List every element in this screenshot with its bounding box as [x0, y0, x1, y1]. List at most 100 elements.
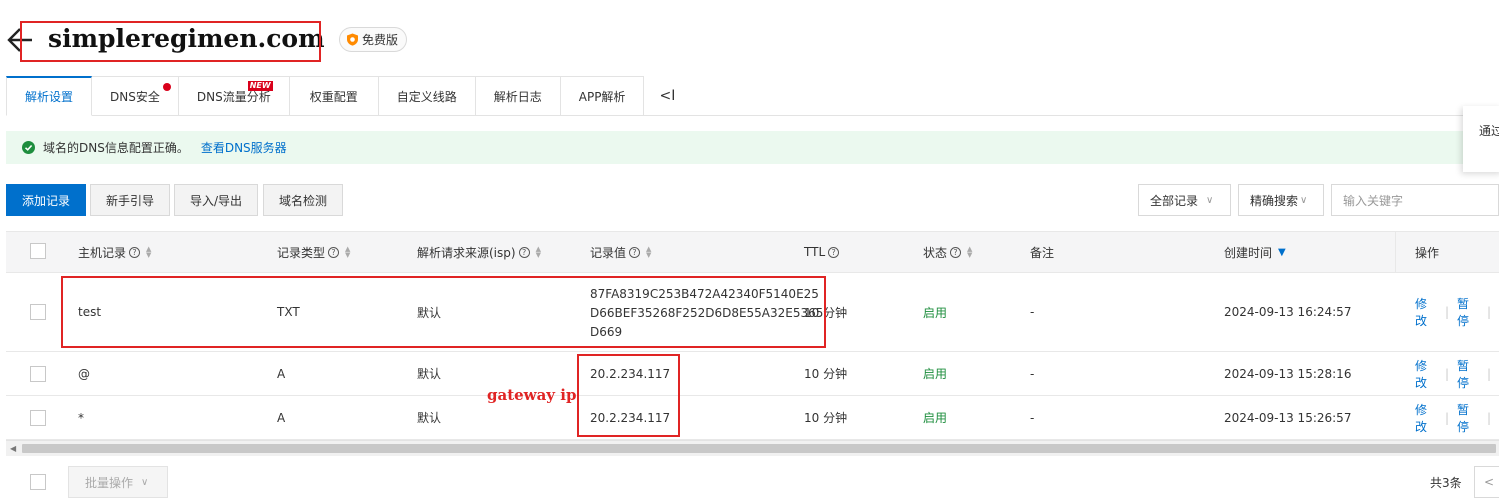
- sort-icon[interactable]: ▲ ▼: [967, 246, 972, 259]
- scrollbar-thumb[interactable]: [22, 444, 1496, 453]
- row-checkbox[interactable]: [30, 366, 46, 382]
- help-icon[interactable]: ?: [629, 246, 641, 258]
- footer-select-all-checkbox[interactable]: [30, 474, 46, 490]
- pause-link[interactable]: 暂停: [1457, 401, 1479, 435]
- domain-check-button[interactable]: 域名检测: [263, 184, 343, 216]
- search-mode-select[interactable]: 精确搜索 ∨: [1238, 184, 1324, 216]
- batch-actions-select[interactable]: 批量操作 ∨: [68, 466, 168, 498]
- column-label: 记录值: [590, 245, 627, 260]
- tab-label: 解析日志: [493, 89, 542, 104]
- sort-icon[interactable]: ▲ ▼: [146, 246, 151, 259]
- pause-link[interactable]: 暂停: [1457, 295, 1479, 329]
- import-export-button[interactable]: 导入/导出: [174, 184, 258, 216]
- table-row: @ A 默认 20.2.234.117 10 分钟 启用 - 2024-09-1…: [6, 352, 1499, 396]
- horizontal-scrollbar[interactable]: ◀: [6, 440, 1499, 456]
- prev-page-button[interactable]: <: [1474, 466, 1499, 498]
- help-icon[interactable]: ?: [828, 246, 840, 258]
- new-flag: NEW: [247, 81, 273, 91]
- tab-divider: [640, 115, 1499, 116]
- host-cell: @: [78, 366, 90, 381]
- column-label: 主机记录: [78, 245, 127, 260]
- column-note: 备注: [1030, 232, 1054, 272]
- divider: |: [1444, 366, 1449, 381]
- record-filter-select[interactable]: 全部记录 ∨: [1138, 184, 1231, 216]
- sort-icon[interactable]: ▲ ▼: [536, 246, 541, 259]
- edition-badge[interactable]: 免费版: [339, 27, 408, 52]
- tab-label: DNS安全: [110, 89, 160, 104]
- help-icon[interactable]: ?: [129, 246, 141, 258]
- alert-text: 域名的DNS信息配置正确。: [43, 141, 189, 155]
- table-footer: 批量操作 ∨ 共3条 <: [6, 466, 1499, 498]
- tab-label: APP解析: [578, 89, 626, 104]
- tab-label: 权重配置: [309, 89, 358, 104]
- sort-icon[interactable]: ▲ ▼: [646, 246, 651, 259]
- dns-status-alert: 域名的DNS信息配置正确。 查看DNS服务器: [6, 131, 1466, 164]
- divider: |: [1486, 366, 1491, 381]
- status-cell: 启用: [923, 411, 948, 425]
- note-cell: -: [1030, 305, 1035, 319]
- tab-dns-security[interactable]: DNS安全: [92, 76, 179, 116]
- help-icon[interactable]: ?: [518, 246, 530, 258]
- column-created[interactable]: 创建时间 ▼: [1224, 232, 1286, 272]
- edit-link[interactable]: 修改: [1415, 295, 1437, 329]
- add-record-button[interactable]: 添加记录: [6, 184, 86, 216]
- check-circle-icon: [22, 141, 35, 154]
- column-type[interactable]: 记录类型? ▲ ▼: [277, 232, 350, 272]
- tabs-collapse-button[interactable]: <I: [644, 76, 690, 116]
- created-cell: 2024-09-13 15:28:16: [1224, 366, 1352, 381]
- type-cell: A: [277, 366, 286, 381]
- host-cell: *: [78, 410, 84, 425]
- column-ttl: TTL?: [804, 232, 840, 272]
- tab-dns-traffic[interactable]: DNS流量分析 NEW: [178, 76, 290, 116]
- column-host[interactable]: 主机记录? ▲ ▼: [78, 232, 151, 272]
- annotation-box-ip: [577, 354, 680, 437]
- table-header: 主机记录? ▲ ▼ 记录类型? ▲ ▼ 解析请求来源(isp)? ▲ ▼ 记录值? ▲ ▼ TT…: [6, 231, 1499, 273]
- table-row: * A 默认 20.2.234.117 10 分钟 启用 - 2024-09-1…: [6, 396, 1499, 440]
- column-value[interactable]: 记录值? ▲ ▼: [590, 232, 651, 272]
- row-checkbox[interactable]: [30, 410, 46, 426]
- type-cell: A: [277, 410, 286, 425]
- chevron-down-icon: ∨: [1300, 194, 1308, 206]
- help-icon[interactable]: ?: [328, 246, 340, 258]
- tab-app-resolve[interactable]: APP解析: [560, 76, 645, 116]
- chevron-left-icon: <: [1483, 475, 1495, 489]
- divider: |: [1486, 305, 1491, 319]
- guide-button[interactable]: 新手引导: [90, 184, 170, 216]
- view-dns-servers-link[interactable]: 查看DNS服务器: [201, 139, 287, 156]
- status-cell: 启用: [923, 367, 948, 381]
- column-label: 操作: [1415, 245, 1440, 260]
- tab-dns-settings[interactable]: 解析设置: [6, 76, 93, 116]
- scroll-left-icon[interactable]: ◀: [10, 444, 16, 453]
- created-cell: 2024-09-13 15:26:57: [1224, 410, 1352, 425]
- column-isp[interactable]: 解析请求来源(isp)? ▲ ▼: [417, 232, 541, 272]
- annotation-box-title: [20, 21, 321, 62]
- row-checkbox[interactable]: [30, 304, 46, 320]
- edit-link[interactable]: 修改: [1415, 401, 1437, 435]
- column-label: 状态: [923, 245, 948, 260]
- side-popup: 通过: [1463, 106, 1499, 172]
- divider: |: [1486, 410, 1491, 425]
- search-input[interactable]: 输入关键字: [1331, 184, 1499, 216]
- sort-icon[interactable]: ▲ ▼: [345, 246, 350, 259]
- tab-weight-config[interactable]: 权重配置: [289, 76, 379, 116]
- gateway-ip-annotation: gateway ip: [487, 386, 577, 404]
- record-filter-value: 全部记录: [1150, 193, 1199, 208]
- tab-custom-lines[interactable]: 自定义线路: [378, 76, 476, 116]
- divider: |: [1444, 305, 1449, 319]
- column-label: 备注: [1030, 245, 1055, 260]
- tab-resolve-log[interactable]: 解析日志: [475, 76, 561, 116]
- select-all-checkbox[interactable]: [30, 243, 46, 259]
- note-cell: -: [1030, 366, 1035, 381]
- column-label: 创建时间: [1224, 245, 1273, 260]
- sort-desc-icon[interactable]: ▼: [1278, 247, 1286, 258]
- annotation-box-txt-record: [61, 276, 826, 348]
- total-count: 共3条: [1430, 476, 1462, 490]
- help-icon[interactable]: ?: [950, 246, 962, 258]
- created-cell: 2024-09-13 16:24:57: [1224, 305, 1352, 319]
- column-label: 记录类型: [277, 245, 326, 260]
- edit-link[interactable]: 修改: [1415, 357, 1437, 391]
- column-status[interactable]: 状态? ▲ ▼: [923, 232, 972, 272]
- row-actions: 修改 | 暂停 |: [1415, 273, 1499, 351]
- record-toolbar: 添加记录 新手引导 导入/导出 域名检测 全部记录 ∨ 精确搜索 ∨ 输入关键字: [6, 184, 1499, 216]
- pause-link[interactable]: 暂停: [1457, 357, 1479, 391]
